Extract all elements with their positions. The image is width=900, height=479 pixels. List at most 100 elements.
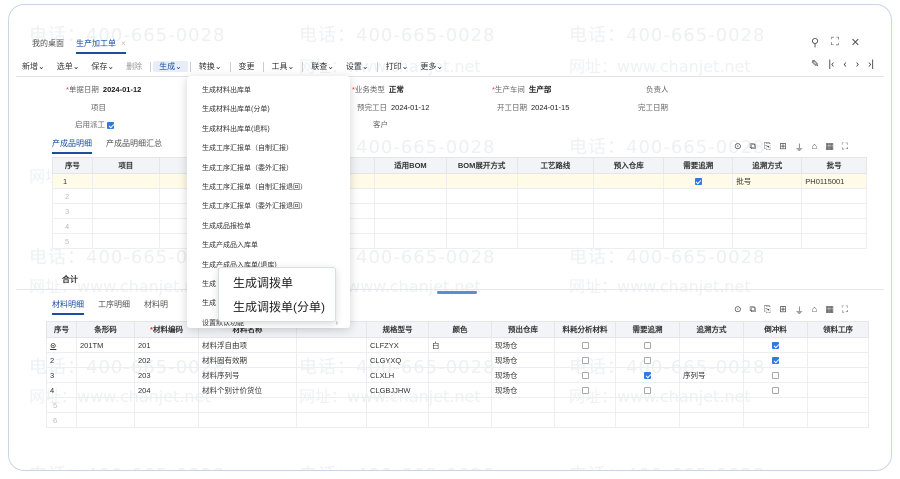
table-row[interactable]: 1 主产品 CPGYXQ 批号 PH0115001 — [52, 173, 867, 189]
print-button[interactable]: 打印⌄ — [380, 61, 415, 72]
cell-name[interactable]: 材料序列号 — [198, 367, 297, 383]
menu-item-material-out-split[interactable]: 生成材料出库单(分单) — [187, 100, 350, 119]
cell-no[interactable]: 2 — [46, 352, 77, 368]
table-row[interactable]: 2 202 材料固有效期 CLGYXQ 现场仓 — [46, 352, 869, 368]
analysis-checkbox[interactable] — [581, 342, 589, 350]
menu-item-process-report-outsource[interactable]: 生成工序汇报单（委外汇报） — [187, 159, 350, 178]
search-icon[interactable]: ⚲ — [811, 36, 819, 49]
menu-item-process-report-self-return[interactable]: 生成工序汇报单（自制汇报退回） — [187, 178, 350, 197]
cell-spec[interactable]: CLXLH — [366, 367, 429, 383]
backflush-checkbox[interactable] — [772, 372, 779, 380]
cell-trace[interactable] — [615, 352, 680, 368]
cell-code[interactable]: 202 — [134, 352, 199, 368]
cell-spec[interactable]: CLFZYX — [366, 337, 429, 353]
cell-code[interactable]: 201 — [134, 337, 199, 353]
tab-material-detail[interactable]: 材料明细 — [52, 299, 84, 315]
filter-icon[interactable]: ⏚ — [795, 141, 804, 154]
cell-trace[interactable] — [615, 367, 680, 383]
table-row[interactable]: 4 — [52, 218, 867, 234]
trace-checkbox[interactable] — [644, 372, 651, 380]
tab-process-detail[interactable]: 工序明细 — [98, 299, 130, 315]
cell-color[interactable] — [428, 382, 492, 398]
analysis-checkbox[interactable] — [581, 387, 589, 395]
change-button[interactable]: 变更 — [233, 61, 261, 72]
workshop-field[interactable]: *生产车间 生产部 — [492, 84, 551, 95]
columns-icon[interactable]: ▦ — [825, 304, 834, 317]
menu-item-inspection[interactable]: 生成成品报检单 — [187, 217, 350, 236]
select-button[interactable]: 选单⌄ — [51, 61, 86, 72]
cell-process[interactable] — [807, 382, 869, 398]
cell-warehouse[interactable]: 现场仓 — [491, 382, 555, 398]
cell-trace-mode[interactable] — [679, 352, 744, 368]
tab-material-other[interactable]: 材料明 — [144, 299, 168, 315]
insert-row-icon[interactable]: ⊞ — [779, 141, 787, 154]
cell-warehouse[interactable] — [593, 173, 665, 189]
cell-trace[interactable] — [663, 173, 734, 189]
cell-analysis[interactable] — [554, 352, 616, 368]
next-icon[interactable]: › — [856, 59, 859, 70]
edit-icon[interactable]: ✎ — [811, 59, 819, 70]
backflush-checkbox[interactable] — [772, 342, 779, 350]
cell-empty[interactable] — [296, 337, 367, 353]
fullscreen-icon[interactable]: ⛶ — [842, 141, 848, 154]
table-row[interactable]: 6 — [46, 412, 869, 428]
cell-no[interactable]: 1 — [52, 173, 93, 189]
cell-no[interactable]: ⊙ — [46, 337, 77, 353]
settings-button[interactable]: 设置⌄ — [340, 61, 375, 72]
cell-spec[interactable]: CLGYXQ — [366, 352, 429, 368]
cell-process[interactable] — [807, 352, 869, 368]
menu-item-process-report-outsource-return[interactable]: 生成工序汇报单（委外汇报退回） — [187, 197, 350, 216]
cell-trace-mode[interactable] — [679, 382, 744, 398]
cell-backflush[interactable] — [743, 337, 808, 353]
menu-item-transfer-order-split[interactable]: 生成调拨单(分单) — [219, 295, 335, 319]
cell-color[interactable] — [428, 367, 492, 383]
trace-checkbox[interactable] — [644, 357, 651, 365]
copy-icon[interactable]: ⧉ — [750, 304, 756, 317]
first-icon[interactable]: |‹ — [828, 59, 834, 70]
backflush-checkbox[interactable] — [772, 387, 779, 395]
cell-warehouse[interactable]: 现场仓 — [491, 337, 555, 353]
table-row[interactable]: ⊙ 201TM 201 材料浮自由项 CLFZYX 白 现场仓 — [46, 337, 869, 353]
insert-row-icon[interactable]: ⊞ — [779, 304, 787, 317]
doc-date-field[interactable]: *单据日期 2024-01-12 — [66, 84, 141, 95]
cell-bom[interactable] — [374, 173, 447, 189]
paste-icon[interactable]: ⎘ — [764, 141, 771, 154]
plan-start-field[interactable]: 预完工日 2024-01-12 — [357, 102, 429, 113]
trace-checkbox[interactable] — [694, 178, 702, 186]
cell-bom-mode[interactable] — [445, 173, 518, 189]
cell-no[interactable]: 3 — [46, 367, 77, 383]
cell-warehouse[interactable]: 现场仓 — [491, 352, 555, 368]
dispatch-field[interactable]: 启用派工 — [75, 119, 115, 130]
project-field[interactable]: 项目 — [91, 102, 106, 113]
tools-button[interactable]: 工具⌄ — [266, 61, 301, 72]
close-icon[interactable]: × — [121, 39, 126, 48]
cell-name[interactable]: 材料固有效期 — [198, 352, 297, 368]
cell-batch[interactable]: PH0115001 — [801, 173, 867, 189]
cell-trace-mode[interactable]: 序列号 — [679, 367, 744, 383]
dispatch-checkbox[interactable] — [107, 121, 115, 129]
biz-type-field[interactable]: *业务类型 正常 — [352, 84, 404, 95]
table-row[interactable]: 5 — [52, 233, 867, 249]
tab-product-summary[interactable]: 产成品明细汇总 — [106, 138, 162, 154]
menu-item-material-out-return[interactable]: 生成材料出库单(退料) — [187, 120, 350, 139]
cell-backflush[interactable] — [743, 382, 808, 398]
cell-no[interactable]: 4 — [46, 382, 77, 398]
analysis-checkbox[interactable] — [581, 372, 589, 380]
prev-icon[interactable]: ‹ — [843, 59, 846, 70]
cell-trace[interactable] — [615, 382, 680, 398]
cell-process[interactable] — [807, 337, 869, 353]
finish-date-field[interactable]: 完工日期 — [638, 102, 668, 113]
cell-name[interactable]: 材料个别计价货位 — [198, 382, 297, 398]
table-row[interactable]: 5 — [46, 397, 869, 413]
cell-backflush[interactable] — [743, 367, 808, 383]
table-row[interactable]: 4 204 材料个别计价货位 CLGBJJHW 现场仓 — [46, 382, 869, 398]
menu-item-product-in[interactable]: 生成产成品入库单 — [187, 236, 350, 255]
menu-item-material-out[interactable]: 生成材料出库单 — [187, 81, 350, 100]
trace-checkbox[interactable] — [644, 387, 651, 395]
cell-barcode[interactable] — [76, 382, 135, 398]
fullscreen-icon[interactable]: ⛶ — [842, 304, 848, 317]
tab-production-order[interactable]: 生产加工单 × — [76, 38, 126, 54]
cell-color[interactable] — [428, 352, 492, 368]
more-button[interactable]: 更多⌄ — [414, 61, 449, 72]
paste-icon[interactable]: ⎘ — [764, 304, 771, 317]
